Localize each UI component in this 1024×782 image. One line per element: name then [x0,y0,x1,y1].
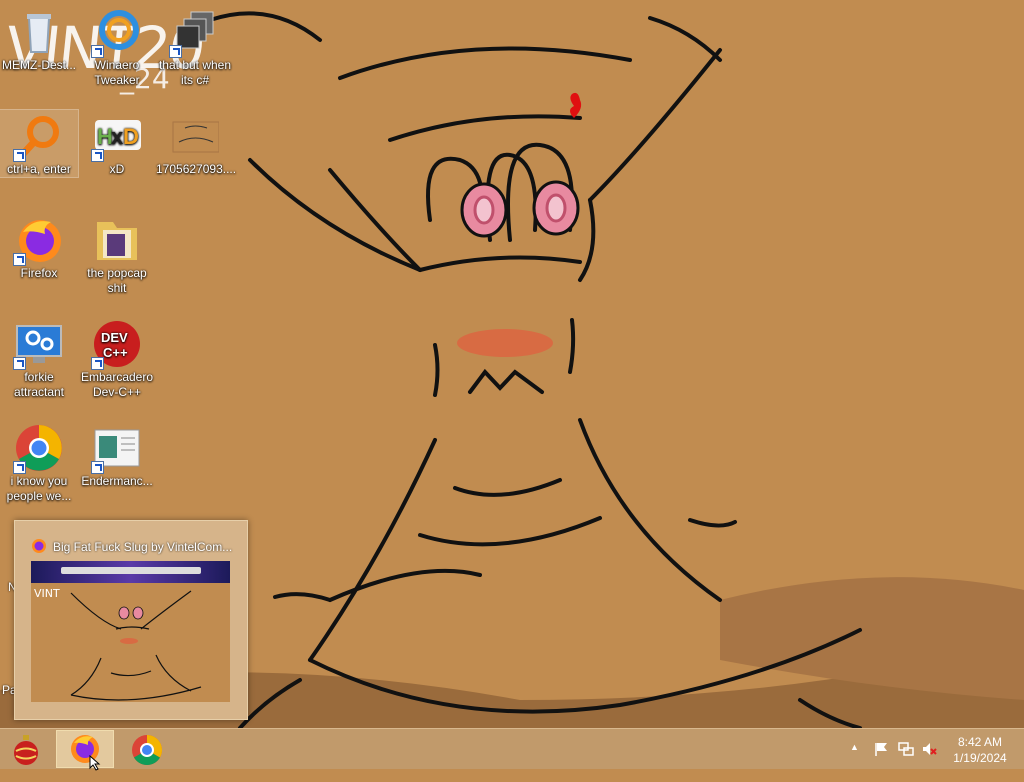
magnifier-icon [13,112,63,162]
shortcut-arrow-icon [169,45,182,58]
desktop-icon-that-but-when[interactable]: that but when its c# [156,6,234,88]
shortcut-arrow-icon [13,461,26,474]
show-hidden-icons-chevron-icon[interactable]: ▲ [850,742,859,782]
thumb-wallpaper [31,583,230,702]
system-clock[interactable]: 8:42 AM 1/19/2024 [940,734,1020,766]
dev-cpp-icon: DEV C++ [91,320,141,370]
recycle-bin-icon [15,8,63,56]
icon-label: MEMZ-Dest... [2,58,76,72]
desktop-icon-image-file[interactable]: 1705627093.... [156,110,237,177]
shortcut-arrow-icon [91,461,104,474]
taskbar-thumbnail-preview[interactable]: Big Fat Fuck Slug by VintelCom... VINT [14,520,248,720]
shortcut-arrow-icon [91,357,104,370]
volume-muted-icon[interactable] [921,741,937,757]
action-center-flag-icon[interactable] [873,741,889,757]
mouse-cursor-icon [89,755,101,771]
thumb-watermark: VINT [34,587,60,600]
icon-label: Embarcadero Dev-C++ [80,370,154,399]
preview-thumbnail[interactable]: VINT [31,561,230,702]
icon-label: 1705627093.... [156,162,237,176]
taskbar-button-ornament[interactable] [0,731,56,767]
desktop-icon-dev-cpp[interactable]: DEV C++ Embarcadero Dev-C++ [78,318,156,400]
desktop-icon-chrome[interactable]: i know you people we... [0,422,78,504]
svg-text:D: D [123,124,139,149]
hxd-icon: HxD [91,112,141,162]
clock-date: 1/19/2024 [953,751,1007,765]
image-thumbnail-icon [171,112,220,160]
shortcut-arrow-icon [13,253,26,266]
svg-text:C++: C++ [103,345,128,360]
thumb-address-bar [61,567,201,574]
shortcut-arrow-icon [13,357,26,370]
desktop-icon-popcap-folder[interactable]: the popcap shit [78,214,156,296]
icon-label: forkie attractant [13,370,65,399]
folder-icon [93,216,141,264]
shortcut-arrow-icon [13,149,26,162]
firefox-icon [32,539,46,553]
chrome-icon [132,735,163,766]
desktop-icon-ctrl-a-enter[interactable]: ctrl+a, enter [0,109,79,178]
firefox-icon [13,216,63,266]
icon-label: i know you people we... [6,474,72,503]
icon-label: Winaero Tweaker [94,58,140,87]
preview-window-title: Big Fat Fuck Slug by VintelCom... [53,540,233,554]
icon-label: Endermanc... [81,474,153,488]
taskbar-button-firefox[interactable] [56,730,114,771]
taskbar-button-chrome[interactable] [119,731,175,767]
chrome-icon [13,424,63,474]
desktop-icon-endermanch[interactable]: Endermanc... [78,422,156,489]
desktop-icon-xd[interactable]: HxD xD [78,110,156,177]
desktop-icon-forkie-attractant[interactable]: forkie attractant [0,318,78,400]
icon-label: ctrl+a, enter [7,162,71,176]
clock-time: 8:42 AM [957,735,1003,749]
winaero-tweaker-icon [91,8,141,58]
shortcut-arrow-icon [91,149,104,162]
monitor-settings-icon [13,320,63,370]
taskbar: ▲ 8:42 AM 1/19/2024 [0,728,1024,771]
shortcut-arrow-icon [91,45,104,58]
christmas-ornament-icon [14,735,38,765]
document-window-icon [91,424,141,474]
network-icon[interactable] [898,741,914,757]
icon-label: Firefox [20,266,58,280]
desktop-icon-firefox[interactable]: Firefox [0,214,78,281]
icon-label: that but when its c# [158,58,232,87]
desktop-icon-memz[interactable]: MEMZ-Dest... [0,6,78,73]
thumb-browser-toolbar [31,561,230,583]
svg-text:DEV: DEV [101,330,128,345]
desktop-icon-winaero-tweaker[interactable]: Winaero Tweaker [78,6,156,88]
window-stack-icon [169,8,219,58]
icon-label: xD [109,162,125,176]
icon-label: the popcap shit [87,266,147,295]
